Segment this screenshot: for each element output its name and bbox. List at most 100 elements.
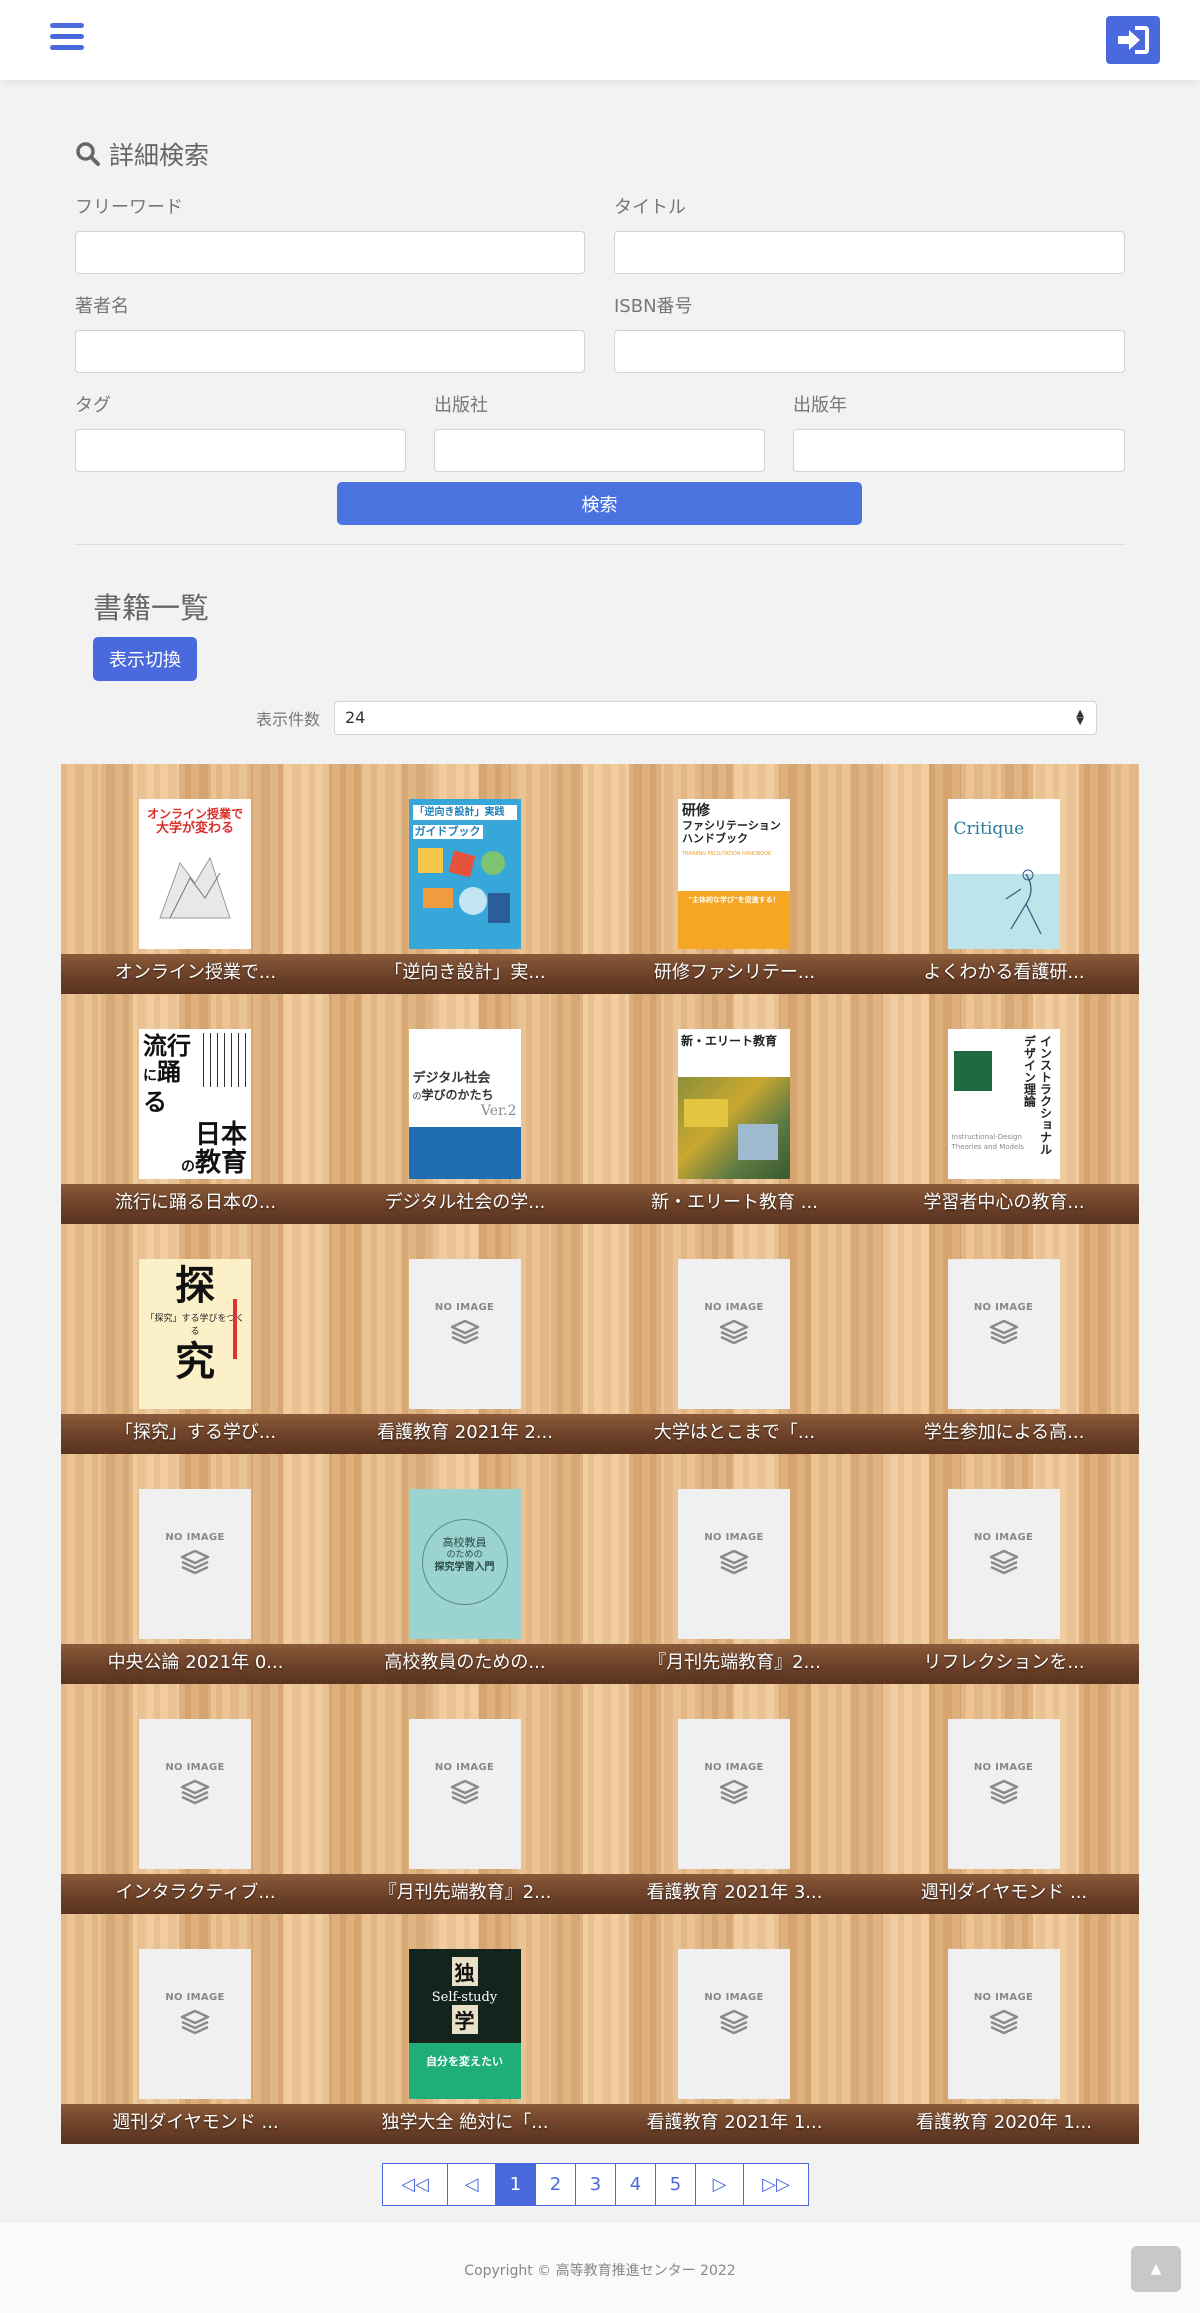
book-cover[interactable]: 「逆向き設計」実践 ガイドブック: [408, 799, 521, 949]
book-title[interactable]: 新・エリート教育 ...: [600, 1188, 869, 1214]
book-item[interactable]: 「逆向き設計」実践 ガイドブック 「逆向き設計」実...: [331, 799, 600, 994]
book-cover[interactable]: NO IMAGE: [139, 1489, 251, 1639]
book-title[interactable]: 看護教育 2021年 3...: [600, 1878, 869, 1904]
tag-input[interactable]: [75, 429, 406, 472]
book-item[interactable]: NO IMAGE 看護教育 2020年 1...: [870, 1949, 1139, 2144]
first-page-button[interactable]: ◁◁: [382, 2163, 448, 2206]
author-input[interactable]: [75, 330, 585, 373]
next-page-button[interactable]: ▷: [695, 2163, 744, 2206]
book-title[interactable]: オンライン授業で...: [61, 958, 330, 984]
no-image-placeholder: NO IMAGE: [947, 1949, 1060, 2099]
book-cover[interactable]: インストラクショナル デザイン理論 Instructional-Design Th…: [947, 1029, 1060, 1179]
book-item[interactable]: NO IMAGE 『月刊先端教育』2...: [600, 1489, 869, 1684]
book-item[interactable]: NO IMAGE 中央公論 2021年 0...: [61, 1489, 330, 1684]
book-title[interactable]: 学習者中心の教育...: [870, 1188, 1139, 1214]
book-cover[interactable]: NO IMAGE: [678, 1719, 790, 1869]
book-cover[interactable]: NO IMAGE: [139, 1719, 251, 1869]
book-item[interactable]: 独 Self-study 学 自分を変えたい 独学大全 絶対に「...: [331, 1949, 600, 2144]
book-cover[interactable]: NO IMAGE: [947, 1949, 1060, 2099]
year-input[interactable]: [793, 429, 1125, 472]
book-title[interactable]: 看護教育 2021年 2...: [331, 1418, 600, 1444]
book-item[interactable]: NO IMAGE 看護教育 2021年 3...: [600, 1719, 869, 1914]
freeword-input[interactable]: [75, 231, 585, 274]
book-item[interactable]: NO IMAGE インタラクティブ...: [61, 1719, 330, 1914]
last-page-button[interactable]: ▷▷: [743, 2163, 809, 2206]
book-cover[interactable]: オンライン授業で 大学が変わる: [139, 799, 251, 949]
book-item[interactable]: Critique よくわかる看護研...: [870, 799, 1139, 994]
book-cover[interactable]: NO IMAGE: [678, 1259, 790, 1409]
book-cover[interactable]: 独 Self-study 学 自分を変えたい: [408, 1949, 521, 2099]
book-title[interactable]: 学生参加による高...: [870, 1418, 1139, 1444]
page-3-button[interactable]: 3: [575, 2163, 616, 2206]
book-title[interactable]: 『月刊先端教育』2...: [331, 1878, 600, 1904]
page-2-button[interactable]: 2: [535, 2163, 576, 2206]
book-cover[interactable]: Critique: [947, 799, 1060, 949]
layers-icon: [450, 1779, 479, 1805]
book-title[interactable]: デジタル社会の学...: [331, 1188, 600, 1214]
book-title[interactable]: 流行に踊る日本の...: [61, 1188, 330, 1214]
scroll-top-button[interactable]: ▲: [1131, 2246, 1181, 2292]
login-button[interactable]: [1106, 16, 1160, 64]
book-cover[interactable]: 研修 ファシリテーション ハンドブック TRAINING FACILITATIO…: [678, 799, 790, 949]
book-cover[interactable]: NO IMAGE: [139, 1949, 251, 2099]
book-cover[interactable]: 新・エリート教育: [678, 1029, 790, 1179]
book-cover[interactable]: NO IMAGE: [408, 1719, 521, 1869]
book-title[interactable]: 週刊ダイヤモンド ...: [61, 2108, 330, 2134]
book-title[interactable]: インタラクティブ...: [61, 1878, 330, 1904]
book-item[interactable]: インストラクショナル デザイン理論 Instructional-Design Th…: [870, 1029, 1139, 1224]
publisher-input[interactable]: [434, 429, 765, 472]
count-select[interactable]: 24 ▲ ▼: [334, 701, 1097, 735]
book-cover[interactable]: NO IMAGE: [947, 1489, 1060, 1639]
book-cover[interactable]: デジタル社会 の学びのかたち Ver.2: [408, 1029, 521, 1179]
book-item[interactable]: 探 「探究」する学びをつくる 究 「探究」する学び...: [61, 1259, 330, 1454]
book-title[interactable]: 独学大全 絶対に「...: [331, 2108, 600, 2134]
book-cover[interactable]: 探 「探究」する学びをつくる 究: [139, 1259, 251, 1409]
book-item[interactable]: 研修 ファシリテーション ハンドブック TRAINING FACILITATIO…: [600, 799, 869, 994]
book-title[interactable]: 高校教員のための...: [331, 1648, 600, 1674]
book-title[interactable]: 「逆向き設計」実...: [331, 958, 600, 984]
book-item[interactable]: デジタル社会 の学びのかたち Ver.2 デジタル社会の学...: [331, 1029, 600, 1224]
book-item[interactable]: NO IMAGE 週刊ダイヤモンド ...: [870, 1719, 1139, 1914]
book-cover[interactable]: 流行 に踊る 日本 の教育: [139, 1029, 251, 1179]
hamburger-icon[interactable]: [50, 20, 84, 56]
prev-page-button[interactable]: ◁: [447, 2163, 496, 2206]
book-item[interactable]: オンライン授業で 大学が変わる オンライン授業で...: [61, 799, 330, 994]
book-cover[interactable]: NO IMAGE: [947, 1719, 1060, 1869]
display-toggle-button[interactable]: 表示切換: [93, 637, 197, 681]
title-input[interactable]: [614, 231, 1125, 274]
book-item[interactable]: NO IMAGE 学生参加による高...: [870, 1259, 1139, 1454]
cover-title: 「逆向き設計」実践: [412, 805, 517, 820]
book-cover[interactable]: NO IMAGE: [408, 1259, 521, 1409]
book-item[interactable]: NO IMAGE 看護教育 2021年 2...: [331, 1259, 600, 1454]
book-item[interactable]: 高校教員 のための 探究学習入門 高校教員のための...: [331, 1489, 600, 1684]
book-title[interactable]: リフレクションを...: [870, 1648, 1139, 1674]
book-cover[interactable]: 高校教員 のための 探究学習入門: [408, 1489, 521, 1639]
book-title[interactable]: 週刊ダイヤモンド ...: [870, 1878, 1139, 1904]
search-button[interactable]: 検索: [337, 482, 862, 525]
sign-in-icon: [1118, 26, 1149, 54]
book-item[interactable]: 新・エリート教育 新・エリート教育 ...: [600, 1029, 869, 1224]
isbn-input[interactable]: [614, 330, 1125, 373]
book-cover[interactable]: NO IMAGE: [947, 1259, 1060, 1409]
book-title[interactable]: 中央公論 2021年 0...: [61, 1648, 330, 1674]
book-title[interactable]: 看護教育 2021年 1...: [600, 2108, 869, 2134]
book-item[interactable]: NO IMAGE 週刊ダイヤモンド ...: [61, 1949, 330, 2144]
book-title[interactable]: 研修ファシリテー...: [600, 958, 869, 984]
page-1-button[interactable]: 1: [495, 2163, 536, 2206]
shelf-row: オンライン授業で 大学が変わる オンライン授業で... 「逆向き設計」実践 ガイ…: [61, 764, 1139, 994]
book-item[interactable]: NO IMAGE 大学はとこまで「...: [600, 1259, 869, 1454]
book-title[interactable]: 大学はとこまで「...: [600, 1418, 869, 1444]
page-5-button[interactable]: 5: [655, 2163, 696, 2206]
book-item[interactable]: 流行 に踊る 日本 の教育 流行に踊る日本の...: [61, 1029, 330, 1224]
book-cover[interactable]: NO IMAGE: [678, 1489, 790, 1639]
book-item[interactable]: NO IMAGE 看護教育 2021年 1...: [600, 1949, 869, 2144]
page-4-button[interactable]: 4: [615, 2163, 656, 2206]
book-title[interactable]: 『月刊先端教育』2...: [600, 1648, 869, 1674]
cover-subtitle: Ver.2: [480, 1103, 517, 1119]
book-title[interactable]: 看護教育 2020年 1...: [870, 2108, 1139, 2134]
book-title[interactable]: 「探究」する学び...: [61, 1418, 330, 1444]
book-item[interactable]: NO IMAGE 『月刊先端教育』2...: [331, 1719, 600, 1914]
book-item[interactable]: NO IMAGE リフレクションを...: [870, 1489, 1139, 1684]
book-cover[interactable]: NO IMAGE: [678, 1949, 790, 2099]
book-title[interactable]: よくわかる看護研...: [870, 958, 1139, 984]
